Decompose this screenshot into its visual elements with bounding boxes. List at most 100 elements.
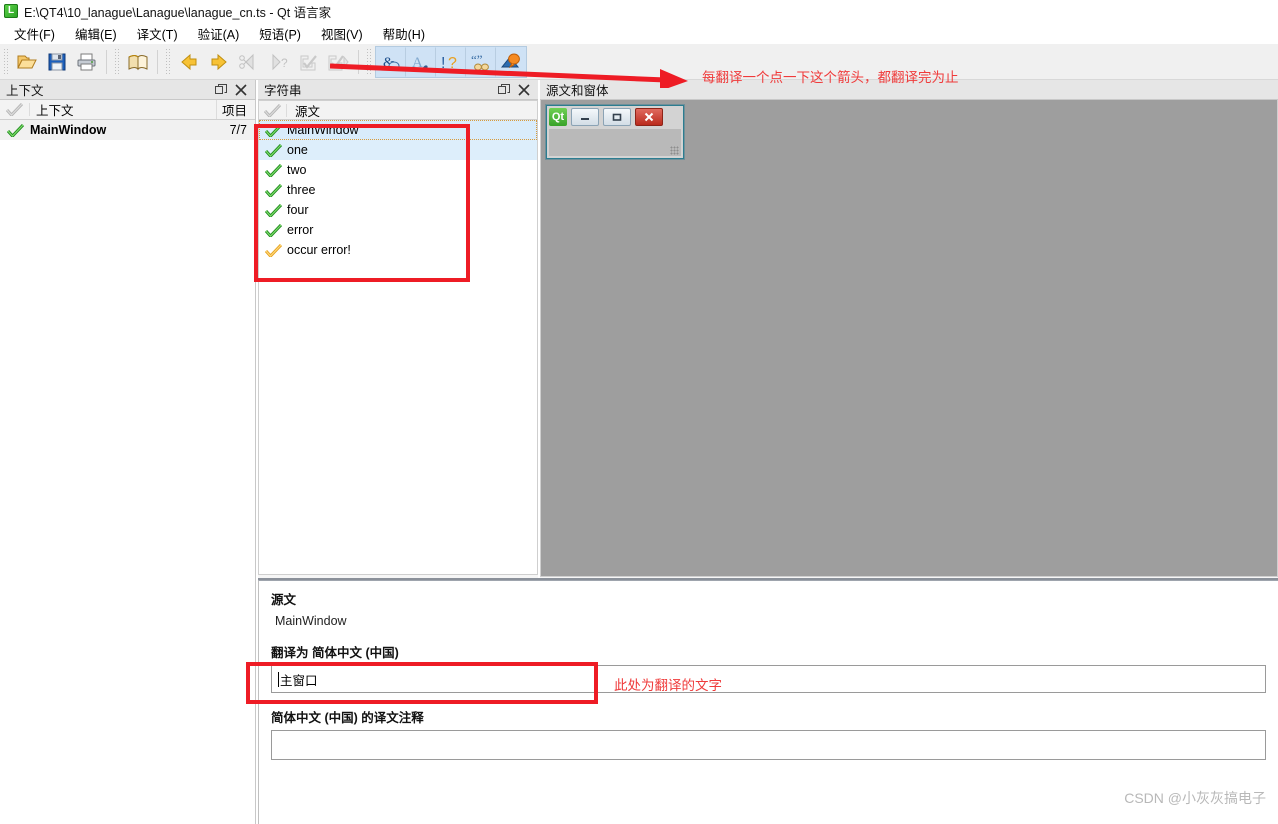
toolbar-separator: [358, 49, 359, 74]
close-icon[interactable]: [235, 83, 247, 96]
check-green-icon: [259, 123, 287, 137]
menu-edit[interactable]: 编辑(E): [65, 22, 127, 45]
next-unfinished-icon[interactable]: ?: [264, 47, 294, 77]
minimize-button[interactable]: [571, 108, 599, 126]
context-list[interactable]: MainWindow 7/7: [0, 120, 255, 824]
toolbar-grip[interactable]: [365, 48, 373, 75]
svg-text:?: ?: [281, 56, 288, 70]
strings-row[interactable]: three: [259, 180, 537, 200]
strings-list[interactable]: MainWindow one two three four error occu…: [258, 120, 538, 575]
comment-label: 简体中文 (中国) 的译文注释: [271, 711, 424, 725]
strings-row[interactable]: MainWindow: [259, 120, 537, 140]
strings-row[interactable]: two: [259, 160, 537, 180]
strings-row-label: MainWindow: [287, 123, 359, 137]
strings-panel-titlebar: 字符串: [258, 80, 538, 100]
validation-toolbar-group: & A ! ? “”: [375, 45, 527, 78]
comment-input[interactable]: [271, 730, 1266, 760]
close-icon[interactable]: [518, 83, 530, 96]
window-title: E:\QT4\10_lanague\Lanague\lanague_cn.ts …: [24, 5, 332, 20]
context-panel-titlebar: 上下文: [0, 80, 255, 100]
menu-phrases[interactable]: 短语(P): [249, 22, 311, 45]
menu-translation[interactable]: 译文(T): [127, 22, 188, 45]
form-preview-body: [549, 129, 681, 156]
ending-punctuation-icon[interactable]: A: [406, 46, 436, 77]
open-folder-icon[interactable]: [12, 47, 42, 77]
translation-input[interactable]: 主窗口: [271, 665, 1266, 693]
watermark: CSDN @小灰灰搞电子: [1124, 790, 1266, 806]
strings-panel-title: 字符串: [264, 84, 302, 98]
strings-dock: 字符串 源文 MainWindow one two three four err…: [258, 80, 538, 578]
menu-file[interactable]: 文件(F): [4, 22, 65, 45]
toolbar-grip[interactable]: [113, 48, 121, 75]
translation-label: 翻译为 简体中文 (中国): [271, 646, 399, 660]
strings-column-header-source[interactable]: 源文: [287, 101, 537, 120]
main-toolbar: ? & A ! ? “”: [0, 44, 1278, 80]
place-marker-icon[interactable]: ! ?: [436, 46, 466, 77]
forms-panel-title: 源文和窗体: [546, 84, 609, 98]
done-icon[interactable]: [294, 47, 324, 77]
context-row-label: MainWindow: [30, 123, 107, 137]
title-bar: L E:\QT4\10_lanague\Lanague\lanague_cn.t…: [0, 0, 1278, 22]
strings-row[interactable]: error: [259, 220, 537, 240]
prev-unfinished-icon[interactable]: [234, 47, 264, 77]
strings-table-header: 源文: [258, 100, 538, 120]
check-green-icon: [259, 223, 287, 237]
check-gray-icon: [259, 103, 287, 117]
save-icon[interactable]: [42, 47, 72, 77]
open-phrase-book-icon[interactable]: [123, 47, 153, 77]
qt-linguist-window: L E:\QT4\10_lanague\Lanague\lanague_cn.t…: [0, 0, 1278, 824]
maximize-button[interactable]: [603, 108, 631, 126]
strings-row[interactable]: occur error!: [259, 240, 537, 260]
strings-row-label: one: [287, 143, 308, 157]
strings-row[interactable]: one: [259, 140, 537, 160]
text-caret: [278, 671, 279, 687]
toolbar-grip[interactable]: [164, 48, 172, 75]
strings-row-label: four: [287, 203, 309, 217]
check-green-icon: [259, 183, 287, 197]
toolbar-grip[interactable]: [2, 48, 10, 75]
context-column-header-items[interactable]: 项目: [217, 100, 255, 119]
strings-row[interactable]: four: [259, 200, 537, 220]
prev-arrow-icon[interactable]: [174, 47, 204, 77]
menu-view[interactable]: 视图(V): [311, 22, 373, 45]
check-yellow-icon: [259, 243, 287, 257]
print-icon[interactable]: [72, 47, 102, 77]
strings-row-label: three: [287, 183, 316, 197]
context-column-header-name[interactable]: 上下文: [30, 100, 217, 119]
context-table-header: 上下文 项目: [0, 100, 255, 120]
linguist-icon: L: [4, 4, 18, 18]
strings-row-label: error: [287, 223, 314, 237]
accelerator-validation-icon[interactable]: &: [376, 46, 406, 77]
source-text-label: 源文: [271, 593, 297, 607]
close-button[interactable]: [635, 108, 663, 126]
done-and-next-icon[interactable]: [324, 47, 354, 77]
undock-icon[interactable]: [215, 83, 227, 96]
check-green-icon: [259, 143, 287, 157]
qt-logo-icon: Qt: [549, 108, 567, 126]
resize-grip-icon[interactable]: [670, 146, 679, 155]
svg-text:?: ?: [448, 55, 457, 72]
svg-text:!: !: [441, 55, 445, 72]
translation-input-value: 主窗口: [280, 673, 318, 688]
form-preview-window[interactable]: Qt: [545, 104, 685, 160]
form-preview-titlebar: Qt: [546, 105, 684, 129]
next-arrow-icon[interactable]: [204, 47, 234, 77]
strings-row-label: two: [287, 163, 307, 177]
menu-help[interactable]: 帮助(H): [373, 22, 435, 45]
forms-preview-canvas[interactable]: Qt: [540, 100, 1278, 577]
open-read-only-icon[interactable]: [496, 47, 526, 77]
context-row-mainwindow[interactable]: MainWindow 7/7: [0, 120, 255, 140]
toolbar-separator: [157, 49, 158, 74]
toolbar-separator: [106, 49, 107, 74]
context-panel-title: 上下文: [6, 84, 44, 98]
check-green-icon: [0, 123, 30, 137]
menu-validation[interactable]: 验证(A): [188, 22, 250, 45]
context-row-count: 7/7: [229, 123, 247, 137]
phrase-match-icon[interactable]: “”: [466, 46, 496, 77]
undock-icon[interactable]: [498, 83, 510, 96]
source-text-value: MainWindow: [275, 614, 347, 628]
annotation-text-arrow-note: 每翻译一个点一下这个箭头，都翻译完为止: [702, 70, 959, 85]
svg-text:A: A: [412, 55, 423, 71]
annotation-text-field-note: 此处为翻译的文字: [614, 678, 722, 693]
check-green-icon: [259, 163, 287, 177]
